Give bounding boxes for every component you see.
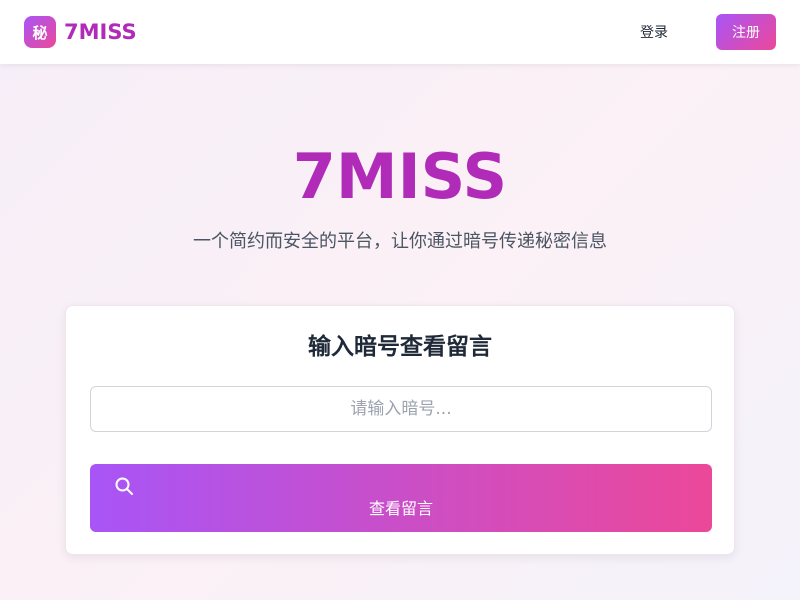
brand-name: 7MISS [64, 20, 137, 44]
logo-badge: 秘 [24, 16, 56, 48]
view-message-button[interactable]: 查看留言 [90, 464, 712, 532]
search-icon [115, 477, 133, 495]
login-link[interactable]: 登录 [628, 22, 680, 44]
top-navbar: 秘 7MISS 登录 注册 [0, 0, 800, 64]
code-input[interactable] [90, 386, 712, 432]
hero-subtitle: 一个简约而安全的平台，让你通过暗号传递秘密信息 [193, 231, 607, 252]
view-message-label: 查看留言 [368, 499, 433, 518]
brand-logo[interactable]: 秘 7MISS [24, 16, 137, 48]
hero-title: 7MISS [292, 140, 508, 213]
card-title: 输入暗号查看留言 [308, 334, 492, 360]
message-lookup-card: 输入暗号查看留言 查看留言 [65, 305, 735, 555]
register-button[interactable]: 注册 [716, 14, 776, 50]
